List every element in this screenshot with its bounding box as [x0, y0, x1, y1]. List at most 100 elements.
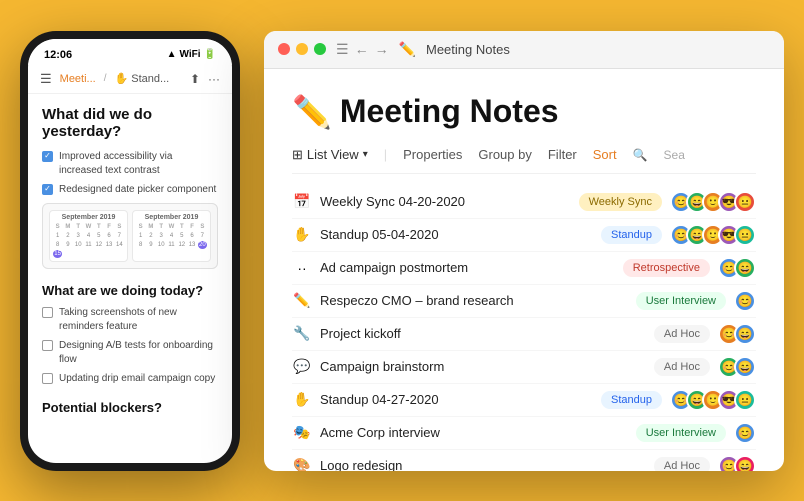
row-tag[interactable]: Standup	[601, 226, 662, 244]
row-tag[interactable]: Ad Hoc	[654, 358, 710, 376]
search-label: Sea	[664, 148, 685, 162]
search-icon[interactable]: 🔍	[633, 148, 648, 162]
checkbox[interactable]	[42, 373, 53, 384]
row-icon: 🎨	[292, 457, 312, 471]
avatar: 😊	[734, 290, 756, 312]
checklist-text: Improved accessibility via increased tex…	[59, 150, 218, 178]
row-tag[interactable]: Retrospective	[623, 259, 710, 277]
share-icon[interactable]: ⬆	[190, 72, 200, 86]
table-row[interactable]: 💬Campaign brainstormAd Hoc😊😄	[292, 351, 756, 384]
checklist-item: ✓ Improved accessibility via increased t…	[42, 150, 218, 178]
hamburger-icon[interactable]: ☰	[40, 71, 52, 87]
calendar-mini-1: September 2019 S M T W T F S 1 2 3 4 5	[49, 210, 128, 262]
row-title: Ad campaign postmortem	[320, 260, 615, 275]
row-title: Respeczo CMO – brand research	[320, 293, 628, 308]
page-title-text: Meeting Notes	[340, 93, 559, 130]
row-icon: 📅	[292, 193, 312, 210]
filter-button[interactable]: Filter	[548, 147, 577, 162]
phone-time: 12:06	[44, 49, 72, 61]
hamburger-menu-icon[interactable]: ☰	[336, 41, 349, 58]
avatar: 😊	[734, 422, 756, 444]
avatar: 😐	[734, 389, 756, 411]
row-title: Standup 05-04-2020	[320, 227, 593, 242]
checkbox[interactable]	[42, 307, 53, 318]
more-icon[interactable]: ···	[208, 72, 220, 86]
row-icon: 🔧	[292, 325, 312, 342]
page-title: ✏️ Meeting Notes	[292, 93, 756, 131]
row-avatars: 😊😄🙂😎😐	[670, 224, 756, 246]
row-tag[interactable]: User Interview	[636, 292, 726, 310]
phone-status-bar: 12:06 ▲ WiFi 🔋	[28, 39, 232, 65]
table-row[interactable]: 🎨Logo redesignAd Hoc😊😄	[292, 450, 756, 471]
avatar: 😄	[734, 257, 756, 279]
sort-button[interactable]: Sort	[593, 147, 617, 162]
phone-section1-heading: What did we do yesterday?	[42, 106, 218, 140]
checklist-text: Redesigned date picker component	[59, 183, 216, 197]
table-row[interactable]: 📅Weekly Sync 04-20-2020Weekly Sync😊😄🙂😎😐	[292, 186, 756, 219]
checklist-text: Designing A/B tests for onboarding flow	[59, 339, 218, 367]
fullscreen-button[interactable]	[314, 43, 326, 55]
phone-screen: 12:06 ▲ WiFi 🔋 ☰ Meeti... / ✋ Stand... ⬆…	[28, 39, 232, 463]
back-icon[interactable]: ←	[355, 41, 369, 57]
phone-section2-heading: What are we doing today?	[42, 283, 218, 298]
checklist-item: Designing A/B tests for onboarding flow	[42, 339, 218, 367]
phone-breadcrumb1[interactable]: Meeti...	[60, 73, 96, 85]
row-tag[interactable]: Ad Hoc	[654, 325, 710, 343]
checkbox[interactable]	[42, 340, 53, 351]
date-picker-preview: September 2019 S M T W T F S 1 2 3 4 5	[42, 203, 218, 269]
calendar-mini-2: September 2019 S M T W T F S 1 2 3 4 5	[132, 210, 211, 262]
table-row[interactable]: ✏️Respeczo CMO – brand researchUser Inte…	[292, 285, 756, 318]
phone: 12:06 ▲ WiFi 🔋 ☰ Meeti... / ✋ Stand... ⬆…	[20, 31, 240, 471]
list-view-button[interactable]: ⊞ List View ▾	[292, 147, 368, 163]
page-title-icon: ✏️	[292, 93, 332, 131]
minimize-button[interactable]	[296, 43, 308, 55]
table-row[interactable]: ✋ Standup 04-27-2020 Standup 😊😄🙂😎😐	[292, 384, 756, 417]
window-nav: ☰ ← →	[336, 41, 389, 58]
row-icon: 💬	[292, 358, 312, 375]
row-icon: ··	[292, 260, 312, 276]
window-content: ✏️ Meeting Notes ⊞ List View ▾ | Propert…	[264, 69, 784, 471]
list-view-icon: ⊞	[292, 147, 303, 163]
checklist-item: Updating drip email campaign copy	[42, 372, 218, 386]
row-title: Standup 04-27-2020	[320, 392, 593, 407]
forward-icon[interactable]: →	[375, 41, 389, 57]
phone-content: What did we do yesterday? ✓ Improved acc…	[28, 94, 232, 463]
row-avatars: 😊😄🙂😎😐	[670, 389, 756, 411]
phone-breadcrumb2[interactable]: ✋ Stand...	[115, 72, 170, 85]
avatar: 😄	[734, 455, 756, 471]
row-avatars: 😊😄	[718, 323, 756, 345]
checkbox[interactable]: ✓	[42, 151, 53, 162]
window-title-pencil: ✏️	[399, 41, 416, 58]
avatar: 😄	[734, 356, 756, 378]
row-tag[interactable]: Ad Hoc	[654, 457, 710, 471]
window-title: Meeting Notes	[426, 42, 510, 57]
chevron-down-icon: ▾	[363, 149, 368, 160]
row-title: Weekly Sync 04-20-2020	[320, 194, 571, 209]
row-icon: ✋	[292, 391, 312, 408]
view-toolbar: ⊞ List View ▾ | Properties Group by Filt…	[292, 147, 756, 174]
window-titlebar: ☰ ← → ✏️ Meeting Notes	[264, 31, 784, 69]
checklist-item: ✓ Redesigned date picker component	[42, 183, 218, 197]
row-tag[interactable]: User Interview	[636, 424, 726, 442]
notes-table: 📅Weekly Sync 04-20-2020Weekly Sync😊😄🙂😎😐✋…	[292, 186, 756, 471]
row-tag[interactable]: Weekly Sync	[579, 193, 662, 211]
checkbox[interactable]: ✓	[42, 184, 53, 195]
properties-button[interactable]: Properties	[403, 147, 462, 162]
close-button[interactable]	[278, 43, 290, 55]
phone-toolbar-actions: ⬆ ···	[190, 72, 220, 86]
row-avatars: 😊	[734, 422, 756, 444]
traffic-lights	[278, 43, 326, 55]
table-row[interactable]: 🎭Acme Corp interviewUser Interview😊	[292, 417, 756, 450]
row-tag[interactable]: Standup	[601, 391, 662, 409]
table-row[interactable]: ·· Ad campaign postmortem Retrospective 😊😄	[292, 252, 756, 285]
phone-toolbar: ☰ Meeti... / ✋ Stand... ⬆ ···	[28, 65, 232, 94]
row-avatars: 😊😄	[718, 455, 756, 471]
row-avatars: 😊😄	[718, 257, 756, 279]
table-row[interactable]: 🔧 Project kickoff Ad Hoc 😊😄	[292, 318, 756, 351]
group-by-button[interactable]: Group by	[478, 147, 531, 162]
row-title: Campaign brainstorm	[320, 359, 646, 374]
list-view-label: List View	[307, 147, 359, 162]
row-title: Project kickoff	[320, 326, 646, 341]
table-row[interactable]: ✋Standup 05-04-2020Standup😊😄🙂😎😐	[292, 219, 756, 252]
phone-status-icons: ▲ WiFi 🔋	[167, 49, 216, 60]
